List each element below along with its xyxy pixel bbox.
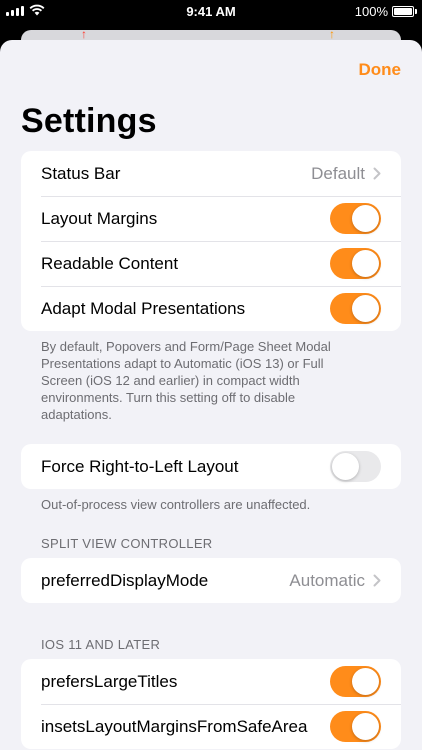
prefers-large-titles-row: prefersLargeTitles — [21, 659, 401, 704]
toggle-knob — [352, 668, 379, 695]
layout-margins-toggle[interactable] — [330, 203, 381, 234]
battery-percentage: 100% — [354, 4, 388, 19]
force-rtl-toggle[interactable] — [330, 451, 381, 482]
insets-layout-margins-row: insetsLayoutMarginsFromSafeArea — [21, 704, 401, 749]
status-bar-row[interactable]: Status Bar Default — [21, 151, 401, 196]
arrow-up-icon: ↑ — [329, 27, 335, 41]
ios11-section-header: IOS 11 AND LATER — [41, 637, 161, 652]
general-footer-text: By default, Popovers and Form/Page Sheet… — [41, 339, 331, 422]
force-rtl-row: Force Right-to-Left Layout — [21, 444, 401, 489]
adapt-modal-presentations-row: Adapt Modal Presentations — [21, 286, 401, 331]
ios11-settings-group: prefersLargeTitles insetsLayoutMarginsFr… — [21, 659, 401, 749]
row-label: Layout Margins — [41, 208, 158, 228]
adapt-modal-presentations-toggle[interactable] — [330, 293, 381, 324]
preferred-display-mode-row[interactable]: preferredDisplayMode Automatic — [21, 558, 401, 603]
general-settings-group: Status Bar Default Layout Margins Readab… — [21, 151, 401, 331]
row-value: Default — [311, 163, 365, 183]
prefers-large-titles-toggle[interactable] — [330, 666, 381, 697]
status-bar: 9:41 AM 100% — [0, 0, 422, 24]
split-view-section-header: SPLIT VIEW CONTROLLER — [41, 536, 213, 551]
arrow-up-icon: ↑ — [81, 27, 87, 41]
row-value: Automatic — [289, 570, 365, 590]
row-label: Readable Content — [41, 253, 179, 273]
readable-content-row: Readable Content — [21, 241, 401, 286]
page-title: Settings — [21, 102, 157, 140]
split-view-settings-group: preferredDisplayMode Automatic — [21, 558, 401, 603]
toggle-knob — [352, 205, 379, 232]
chevron-right-icon — [373, 574, 381, 587]
rtl-settings-group: Force Right-to-Left Layout — [21, 444, 401, 489]
readable-content-toggle[interactable] — [330, 248, 381, 279]
row-label: Status Bar — [41, 163, 121, 183]
rtl-footer-text: Out-of-process view controllers are unaf… — [41, 497, 311, 512]
screen: 9:41 AM 100% ↑ ↑ Done Settings Status Ba… — [0, 0, 422, 750]
insets-layout-margins-toggle[interactable] — [330, 711, 381, 742]
chevron-right-icon — [373, 167, 381, 180]
row-label: prefersLargeTitles — [41, 671, 178, 691]
row-label: preferredDisplayMode — [41, 570, 209, 590]
toggle-knob — [352, 713, 379, 740]
layout-margins-row: Layout Margins — [21, 196, 401, 241]
done-button[interactable]: Done — [359, 60, 402, 80]
row-label: Force Right-to-Left Layout — [41, 456, 239, 476]
toggle-knob — [352, 250, 379, 277]
settings-sheet: Done Settings Status Bar Default Layout … — [0, 40, 422, 750]
row-label: insetsLayoutMarginsFromSafeArea — [41, 716, 308, 736]
battery-icon — [392, 6, 417, 17]
toggle-knob — [332, 453, 359, 480]
row-label: Adapt Modal Presentations — [41, 298, 246, 318]
toggle-knob — [352, 295, 379, 322]
